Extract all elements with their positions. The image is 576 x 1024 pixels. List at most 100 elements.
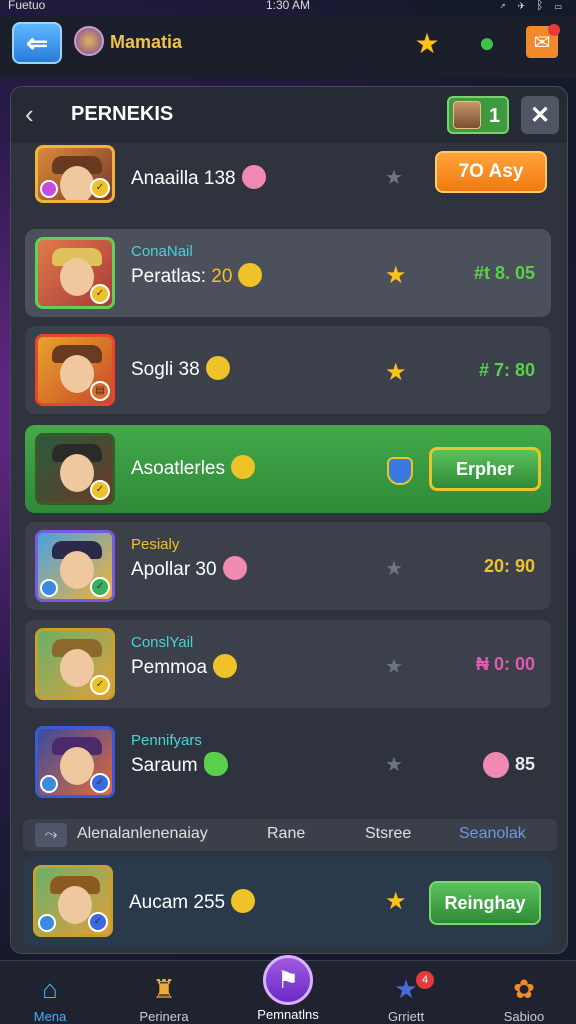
action-button[interactable]: Erpher	[429, 447, 541, 491]
list-item[interactable]: ✓ Anaailla 138 ★ 7O Asy	[25, 145, 551, 217]
list-item-name: Aucam 255	[129, 889, 256, 915]
emoji-icon	[213, 654, 238, 678]
back-arrow-icon: ⇐	[26, 27, 48, 58]
filter-icon[interactable]: ⤳	[35, 823, 67, 847]
avatar: ▤	[35, 334, 115, 406]
action-button[interactable]: 7O Asy	[435, 151, 547, 193]
star-icon: ★	[385, 888, 407, 915]
avatar: ✓	[35, 237, 115, 309]
panel-counter[interactable]: 1	[447, 96, 509, 134]
back-arrow-button[interactable]: ⇐	[12, 22, 62, 64]
list-item-score: # 7: 80	[478, 360, 535, 380]
pink-face-icon	[482, 752, 509, 778]
bag-icon: ✿	[513, 973, 535, 1004]
list-item-subname: Pennifyars	[131, 732, 202, 749]
star-icon: ★	[385, 262, 407, 289]
list-item[interactable]: ▤ Sogli 38 ★ # 7: 80	[25, 326, 551, 414]
list-item[interactable]: ✓ ConslYail Pemmoa ★ ₦ 0: 00	[25, 620, 551, 708]
top-bar: ⇐ Mamatia ★ ● ✉	[0, 16, 576, 78]
filter-tab[interactable]: Rane	[267, 825, 305, 843]
tab-settings[interactable]: ✿ Sabioo	[474, 965, 574, 1024]
app-title: Mamatia	[110, 32, 183, 52]
close-button[interactable]: ✕	[521, 96, 559, 134]
star-icon: ★	[385, 359, 407, 386]
face-shape	[60, 747, 94, 785]
chat-icon[interactable]: ●	[470, 26, 504, 60]
list-item-subname: ConaNail	[131, 243, 193, 260]
star-icon[interactable]: ★	[410, 26, 444, 60]
tab-label: Grriett	[387, 1009, 425, 1024]
check-badge-icon: ✓	[90, 284, 110, 304]
app-logo-icon	[74, 26, 104, 56]
status-bar: Fuetuo 1:30 AM ↗ ✈ ᛒ ▭	[0, 0, 576, 14]
list-item[interactable]: ✓ Pesialy Apollar 30 ★ 20: 90	[25, 522, 551, 610]
home-icon: ⌂	[42, 973, 58, 1004]
tab-badge: 4	[416, 971, 434, 989]
emoji-icon	[203, 752, 228, 776]
tab-label: Mena	[33, 1009, 67, 1024]
panel-header: ‹ PERNEKIS 1 ✕	[11, 87, 567, 143]
emoji-icon	[241, 165, 266, 189]
shield-icon	[387, 457, 413, 485]
tab-events[interactable]: ★ 4 Grriett	[356, 965, 456, 1024]
face-shape	[60, 258, 94, 296]
tab-label: Sabioo	[503, 1009, 545, 1024]
face-shape	[60, 649, 94, 687]
check-badge-icon: ✓	[90, 577, 110, 597]
star-icon: ★	[385, 167, 403, 189]
star-icon: ★	[385, 656, 403, 678]
check-badge-icon: ✓	[90, 773, 110, 793]
face-shape	[58, 886, 92, 924]
action-button[interactable]: Reinghay	[429, 881, 541, 925]
face-shape	[60, 166, 94, 200]
shop-icon: ♜	[152, 973, 176, 1004]
list-item-name: Asoatlerles	[131, 455, 255, 481]
level-badge-icon	[40, 775, 58, 793]
check-badge-icon: ✓	[90, 480, 110, 500]
list-item-name: Pemmoa	[131, 654, 238, 680]
panel-back-icon[interactable]: ‹	[25, 99, 34, 130]
avatar: ✓	[35, 145, 115, 203]
list-item[interactable]: ✓ ConaNail Peratlas: 20 ★ #t 8. 05	[25, 229, 551, 317]
level-badge-icon	[40, 180, 58, 198]
notification-dot	[548, 24, 560, 36]
star-icon: ★	[385, 754, 403, 776]
level-badge-icon	[38, 914, 56, 932]
avatar: ✓	[35, 726, 115, 798]
tab-label: Pemnatlns	[257, 1007, 319, 1022]
list-item-score: 85	[482, 752, 535, 778]
list-item-name: Apollar 30	[131, 556, 247, 582]
check-badge-icon: ✓	[88, 912, 108, 932]
tab-active[interactable]: ⚑ Pemnatlns	[238, 955, 338, 1022]
emoji-icon	[205, 356, 230, 380]
list-item[interactable]: ✓ Asoatlerles Erpher	[25, 425, 551, 513]
list-item-score: 20: 90	[483, 556, 535, 576]
filter-tab[interactable]: Seanolak	[459, 825, 526, 843]
check-badge-icon: ✓	[90, 675, 110, 695]
counter-avatar-icon	[453, 101, 481, 129]
emoji-icon	[231, 455, 255, 479]
filter-bar: ⤳ Alenalanlenenaiay Rane Stsree Seanolak	[23, 819, 557, 851]
avatar: ✓	[35, 530, 115, 602]
list-item[interactable]: ✓ Aucam 255 ★ Reinghay	[23, 857, 553, 947]
list-item-subname: Pesialy	[131, 536, 180, 553]
list-item-name: Peratlas: 20	[131, 263, 263, 289]
list-item-score: #t 8. 05	[473, 263, 535, 283]
list-item-score: ₦ 0: 00	[475, 654, 535, 674]
tab-home[interactable]: ⌂ Mena	[0, 965, 100, 1024]
list-item[interactable]: ✓ Pennifyars Saraum ★ 85	[25, 718, 551, 806]
avatar: ✓	[35, 433, 115, 505]
counter-value: 1	[489, 105, 501, 127]
list-item-name: Saraum	[131, 752, 228, 778]
status-time: 1:30 AM	[266, 0, 311, 12]
panel-title: PERNEKIS	[71, 103, 174, 125]
emoji-icon	[222, 556, 247, 580]
tab-partners[interactable]: ♜ Perinera	[114, 965, 214, 1024]
filter-tab[interactable]: Stsree	[365, 825, 411, 843]
face-shape	[60, 355, 94, 393]
partners-panel: ‹ PERNEKIS 1 ✕ ✓ Anaailla 138 ★ 7O Asy ✓	[10, 86, 568, 954]
filter-tab[interactable]: Alenalanlenenaiay	[77, 825, 208, 843]
rank-badge-icon: ▤	[90, 381, 110, 401]
level-badge-icon	[40, 579, 58, 597]
tab-label: Perinera	[139, 1009, 189, 1024]
